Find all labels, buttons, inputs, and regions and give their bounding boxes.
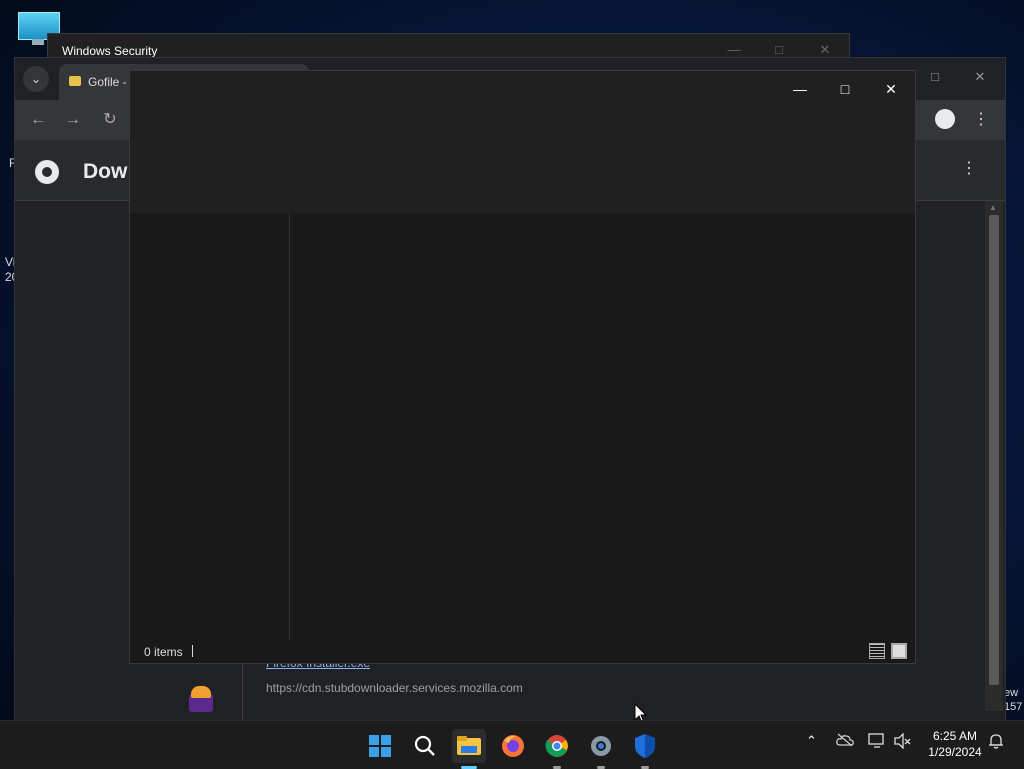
page-title: Dow xyxy=(83,160,128,183)
status-bar: 0 items xyxy=(130,641,915,663)
details-view-icon[interactable] xyxy=(869,643,885,659)
forward-icon[interactable]: → xyxy=(62,109,84,131)
notification-bell-icon[interactable] xyxy=(988,733,1004,752)
tab-title: Gofile - xyxy=(88,75,127,89)
window-title: Windows Security xyxy=(62,44,158,58)
tab-search-button[interactable]: ⌄ xyxy=(23,66,49,92)
file-explorer-icon[interactable] xyxy=(452,729,486,769)
clock-date: 1/29/2024 xyxy=(928,745,982,759)
show-hidden-icons-icon[interactable]: ⌃ xyxy=(806,733,817,749)
file-explorer-window[interactable]: — □ ✕ 0 items xyxy=(129,70,916,664)
maximize-button[interactable]: □ xyxy=(920,66,950,88)
download-url: https://cdn.stubdownloader.services.mozi… xyxy=(266,681,523,695)
onedrive-cloud-icon[interactable] xyxy=(836,733,854,750)
downloads-menu-icon[interactable]: ⋮ xyxy=(958,158,980,180)
desktop-label-fragment: 157 xyxy=(1004,701,1023,713)
system-clock[interactable]: 6:25 AM 1/29/2024 xyxy=(920,728,990,760)
navigation-pane[interactable] xyxy=(130,213,290,641)
taskbar: ⌃ 6:25 AM 1/29/2024 xyxy=(0,720,1024,769)
profile-avatar-icon[interactable] xyxy=(935,109,955,129)
scroll-up-icon[interactable]: ▲ xyxy=(989,203,997,212)
close-button[interactable]: ✕ xyxy=(965,66,995,88)
maximize-button[interactable]: □ xyxy=(830,77,860,101)
reload-icon[interactable]: ↻ xyxy=(99,109,121,131)
desktop-label-fragment: ew xyxy=(1004,687,1019,699)
back-icon[interactable]: ← xyxy=(27,109,49,131)
scrollbar[interactable]: ▲ xyxy=(985,201,1003,711)
explorer-header: — □ ✕ xyxy=(130,71,915,213)
start-icon[interactable] xyxy=(363,729,397,763)
large-icons-view-icon[interactable] xyxy=(891,643,907,659)
clock-time: 6:25 AM xyxy=(932,729,978,743)
chrome-logo-icon xyxy=(35,160,59,184)
item-count: 0 items xyxy=(144,645,183,659)
windows-security-icon[interactable] xyxy=(628,729,662,769)
settings-icon[interactable] xyxy=(584,729,618,769)
firefox-icon[interactable] xyxy=(496,729,530,763)
network-icon[interactable] xyxy=(868,733,886,752)
chrome-icon[interactable] xyxy=(540,729,574,769)
volume-muted-icon[interactable] xyxy=(894,732,912,752)
folder-favicon-icon xyxy=(69,76,81,86)
minimize-button[interactable]: — xyxy=(785,77,815,101)
scrollbar-thumb[interactable] xyxy=(989,215,999,685)
more-menu-icon[interactable]: ⋮ xyxy=(970,109,992,131)
close-button[interactable]: ✕ xyxy=(876,77,906,101)
search-icon[interactable] xyxy=(408,729,442,763)
firefox-installer-file-icon xyxy=(187,684,215,714)
